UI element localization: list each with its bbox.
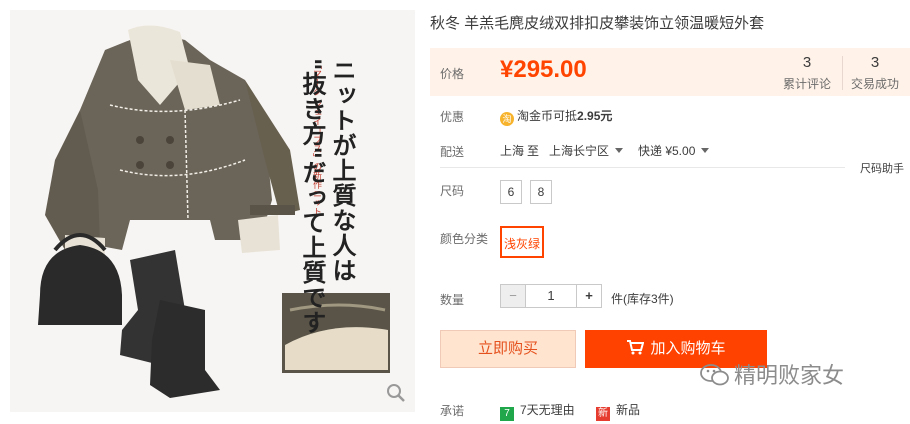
- review-count[interactable]: 3 累计评论: [774, 54, 840, 92]
- size-option-8[interactable]: 8: [530, 180, 552, 204]
- stock-text: 件(库存3件): [611, 292, 674, 306]
- magazine-headline-1: ニットが上質な人は: [328, 58, 356, 283]
- sales-count-label: 交易成功: [850, 77, 899, 91]
- chevron-down-icon: [701, 148, 710, 153]
- product-image[interactable]: 「マーク ジェイコブス」の新作ニット ニットが上質な人は "抜き方"だって上質で…: [10, 10, 415, 412]
- color-option-selected[interactable]: 浅灰绿: [500, 226, 544, 258]
- promise-new[interactable]: 新新品: [596, 401, 640, 421]
- size-helper-link[interactable]: 尺码助手: [860, 160, 904, 176]
- promo-amount: 2.95元: [577, 109, 613, 123]
- review-count-number: 3: [802, 54, 812, 71]
- shipping-method: 快递 ¥5.00: [638, 144, 696, 158]
- promo-row: 淘淘金币可抵2.95元: [500, 107, 612, 126]
- add-to-cart-label: 加入购物车: [650, 340, 726, 357]
- promise-label: 承诺: [440, 404, 465, 418]
- price-value: ¥295.00: [500, 56, 587, 83]
- taobao-coin-icon: 淘: [500, 112, 514, 126]
- size-label: 尺码: [440, 184, 465, 198]
- quantity-input[interactable]: 1: [525, 284, 577, 308]
- promo-label: 优惠: [440, 110, 465, 124]
- promise-7day-text: 7天无理由: [520, 403, 575, 417]
- divider: [440, 167, 845, 168]
- sales-count-number: 3: [870, 54, 880, 71]
- promise-7day[interactable]: 7 7天无理由: [500, 401, 575, 421]
- size-option-6[interactable]: 6: [500, 180, 522, 204]
- delivery-destination-select[interactable]: 上海长宁区: [549, 142, 624, 159]
- cart-icon: [627, 340, 645, 355]
- delivery-to-word: 至: [527, 144, 540, 158]
- review-count-label: 累计评论: [782, 77, 831, 91]
- quantity-increase-button[interactable]: +: [576, 284, 602, 308]
- sales-count[interactable]: 3 交易成功: [842, 54, 908, 92]
- new-item-icon: 新: [596, 407, 610, 421]
- promise-new-text: 新品: [616, 403, 641, 417]
- color-label: 颜色分类: [440, 232, 489, 246]
- delivery-from: 上海: [500, 144, 525, 158]
- product-title: 秋冬 羊羔毛麂皮绒双排扣皮攀装饰立领温暖短外套: [430, 15, 765, 32]
- delivery-destination: 上海长宁区: [549, 144, 610, 158]
- magazine-headline-2: "抜き方"だって上質です: [298, 58, 326, 336]
- watermark-text: 精明败家女: [734, 364, 845, 389]
- delivery-label: 配送: [440, 145, 465, 159]
- wechat-icon: [700, 364, 729, 386]
- zoom-icon[interactable]: [385, 382, 407, 404]
- price-box: 价格 ¥295.00 3 累计评论 3 交易成功: [430, 48, 910, 96]
- chevron-down-icon: [615, 148, 624, 153]
- quantity-decrease-button[interactable]: −: [500, 284, 526, 308]
- price-label: 价格: [440, 67, 465, 81]
- wechat-watermark: 精明败家女: [700, 358, 844, 390]
- shipping-method-select[interactable]: 快递 ¥5.00: [638, 142, 710, 159]
- buy-now-button[interactable]: 立即购买: [440, 330, 576, 368]
- promo-text: 淘金币可抵: [517, 109, 578, 123]
- seven-day-return-icon: 7: [500, 407, 514, 421]
- quantity-label: 数量: [440, 293, 465, 307]
